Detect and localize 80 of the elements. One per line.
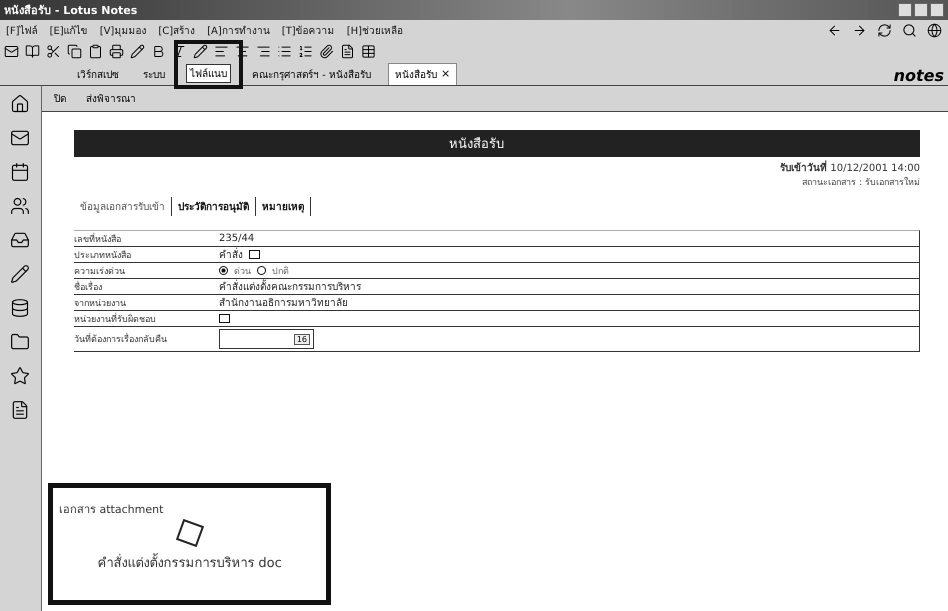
highlight-frame [174,40,243,89]
document-tab[interactable]: คณะกรุศาสตร์ฯ - หนังสือรับ [245,63,378,85]
menu-item[interactable]: [F]ไฟล์ [6,22,38,38]
minimize-button[interactable] [898,3,912,17]
document-icon[interactable] [10,400,30,420]
field-label: จากหน่วยงาน [74,298,127,310]
field-label: เลขที่หนังสือ [74,232,122,246]
star-icon[interactable] [10,366,30,386]
mail-icon[interactable] [10,128,30,148]
field-label: ประเภทหนังสือ [74,250,132,262]
attachment-label: เอกสาร attachment [59,502,164,518]
search-icon[interactable] [902,22,917,38]
action-button[interactable]: ส่งพิจารณา [86,91,136,106]
paperclip-icon[interactable] [319,44,334,58]
dropdown-icon[interactable] [249,250,260,259]
folder-icon[interactable] [10,332,30,352]
tooltip: ไฟล์แนบ [186,64,231,83]
form-tab[interactable]: ประวัติการอนุมัติ [172,197,256,216]
menu-item[interactable]: [V]มุมมอง [100,22,146,38]
file-icon[interactable] [175,518,204,548]
pencil-icon[interactable] [130,44,145,58]
document-tab[interactable]: หนังสือรับ × [388,63,458,85]
menu-item[interactable]: [A]การทำงาน [207,22,270,38]
window-title: หนังสือรับ - Lotus Notes [4,3,138,19]
forward-icon[interactable] [852,22,867,38]
calendar-icon[interactable] [10,162,30,182]
home-icon[interactable] [10,94,30,114]
printer-icon[interactable] [109,44,124,58]
field-value[interactable]: 235/44 [219,233,254,244]
document-icon[interactable] [340,44,355,58]
field-value[interactable]: สำนักงานอธิการมหาวิทยาลัย [219,295,348,310]
close-icon[interactable]: × [440,67,450,82]
bulleted-list-icon[interactable] [277,44,292,58]
date-field[interactable]: 16 [219,329,314,349]
contacts-icon[interactable] [10,196,30,216]
align-right-icon[interactable] [256,44,271,58]
document-tab[interactable]: ระบบ [136,63,172,85]
action-button[interactable]: ปิด [54,91,66,106]
menu-item[interactable]: [T]ข้อความ [282,22,335,38]
field-label: วันที่ต้องการเรื่องกลับคืน [74,332,219,346]
received-date: รับเข้าวันที่ 10/12/2001 14:00 [780,160,920,175]
copy-icon[interactable] [67,44,82,58]
logo: notes [894,66,945,85]
form-tab[interactable]: ข้อมูลเอกสารรับเข้า [74,197,172,216]
numbered-list-icon[interactable] [298,44,313,58]
back-icon[interactable] [827,22,842,38]
form-tab[interactable]: หมายเหตุ [256,197,311,216]
pencil-icon[interactable] [10,264,30,284]
align-left-icon[interactable] [214,44,229,58]
mail-icon[interactable] [4,44,19,58]
table-icon[interactable] [361,44,376,58]
form-header: หนังสือรับ [74,130,920,157]
field-value[interactable]: คำสั่ง [219,247,243,262]
inbox-icon[interactable] [10,230,30,250]
database-icon[interactable] [10,298,30,318]
highlighter-icon[interactable] [193,44,208,58]
calendar-button[interactable]: 16 [294,334,310,344]
globe-icon[interactable] [927,22,942,38]
align-center-icon[interactable] [235,44,250,58]
paste-icon[interactable] [88,44,103,58]
scissors-icon[interactable] [46,44,61,58]
document-tab[interactable]: เวิร์กสเปซ [70,63,126,85]
radio-button[interactable] [219,266,228,275]
menu-item[interactable]: [H]ช่วยเหลือ [346,22,404,38]
close-button[interactable] [930,3,944,17]
radio-button[interactable] [257,266,266,275]
field-label: หน่วยงานที่รับผิดชอบ [74,312,157,326]
field-label: ชื่อเรื่อง [74,280,103,294]
field-label: ความเร่งด่วน [74,266,126,278]
radio-label: ปกติ [272,266,289,278]
field-value[interactable]: คำสั่งแต่งตั้งคณะกรรมการบริหาร [219,279,361,294]
maximize-button[interactable] [914,3,928,17]
dropdown-icon[interactable] [219,314,230,323]
radio-label: ด่วน [234,266,251,278]
menu-item[interactable]: [E]แก้ไข [50,22,88,38]
status-text: สถานะเอกสาร : รับเอกสารใหม่ [802,176,920,189]
refresh-icon[interactable] [877,22,892,38]
book-icon[interactable] [25,44,40,58]
attachment-file-name[interactable]: คำสั่งแต่งตั้งกรรมการบริหาร doc [97,552,282,573]
menu-item[interactable]: [C]สร้าง [158,22,196,38]
